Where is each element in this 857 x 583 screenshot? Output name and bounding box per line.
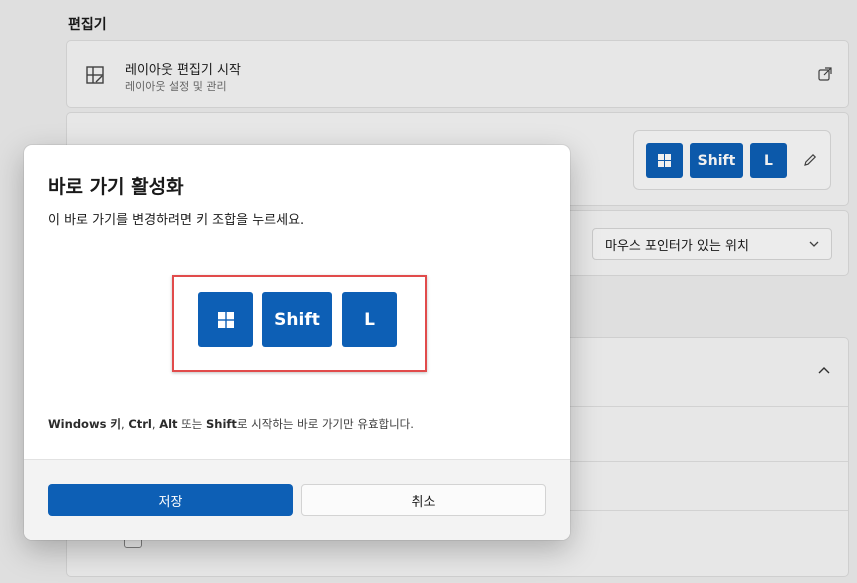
dialog-title: 바로 가기 활성화 [48,176,184,198]
cancel-button[interactable]: 취소 [301,484,546,516]
windows-logo-icon [217,311,234,328]
l-key: L [342,292,397,347]
save-button[interactable]: 저장 [48,484,293,516]
note-tail: 로 시작하는 바로 가기만 유효합니다. [236,417,414,431]
note-or: 또는 [177,417,207,431]
note-ctrl: Ctrl [128,417,152,431]
note-shift: Shift [206,417,237,431]
dialog-footer: 저장 취소 [24,459,570,540]
note-alt: Alt [159,417,178,431]
activation-shortcut-dialog: 바로 가기 활성화 이 바로 가기를 변경하려면 키 조합을 누르세요. Shi… [24,145,570,540]
shift-key: Shift [262,292,332,347]
dialog-note: Windows 키, Ctrl, Alt 또는 Shift로 시작하는 바로 가… [48,416,414,432]
note-windows: Windows 키 [48,417,121,431]
windows-key [198,292,253,347]
dialog-description: 이 바로 가기를 변경하려면 키 조합을 누르세요. [48,213,305,228]
settings-page: 편집기 레이아웃 편집기 시작 레이아웃 설정 및 관리 Shift L 마우스… [0,0,857,583]
